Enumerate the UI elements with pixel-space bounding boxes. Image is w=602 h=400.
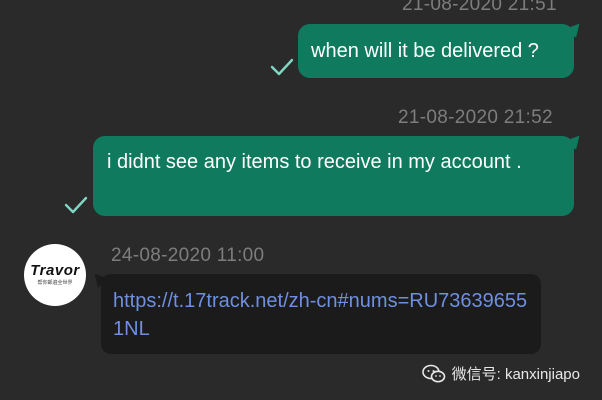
watermark-label: 微信号: kanxinjiapo [451,366,580,383]
incoming-message-bubble[interactable]: https://t.17track.net/zh-cn#nums=RU73639… [101,274,541,354]
wechat-icon [421,364,445,382]
sender-avatar[interactable]: Travor 帮你邮遍全世界 [24,244,86,306]
outgoing-message-bubble[interactable]: when will it be delivered ? [298,24,574,78]
tracking-link[interactable]: https://t.17track.net/zh-cn#nums=RU73639… [113,290,527,340]
outgoing-message-bubble[interactable]: i didnt see any items to receive in my a… [93,136,574,216]
avatar-logo: Travor [30,262,80,279]
message-timestamp: 21-08-2020 21:51 [402,0,557,15]
double-check-icon [64,196,88,214]
message-timestamp: 21-08-2020 21:52 [398,107,553,128]
message-text: i didnt see any items to receive in my a… [107,151,522,173]
double-check-icon [270,58,294,76]
avatar-tagline: 帮你邮遍全世界 [37,280,73,286]
wechat-watermark: 微信号: kanxinjiapo [421,363,580,384]
message-timestamp: 24-08-2020 11:00 [111,245,265,266]
message-text: when will it be delivered ? [311,40,539,62]
